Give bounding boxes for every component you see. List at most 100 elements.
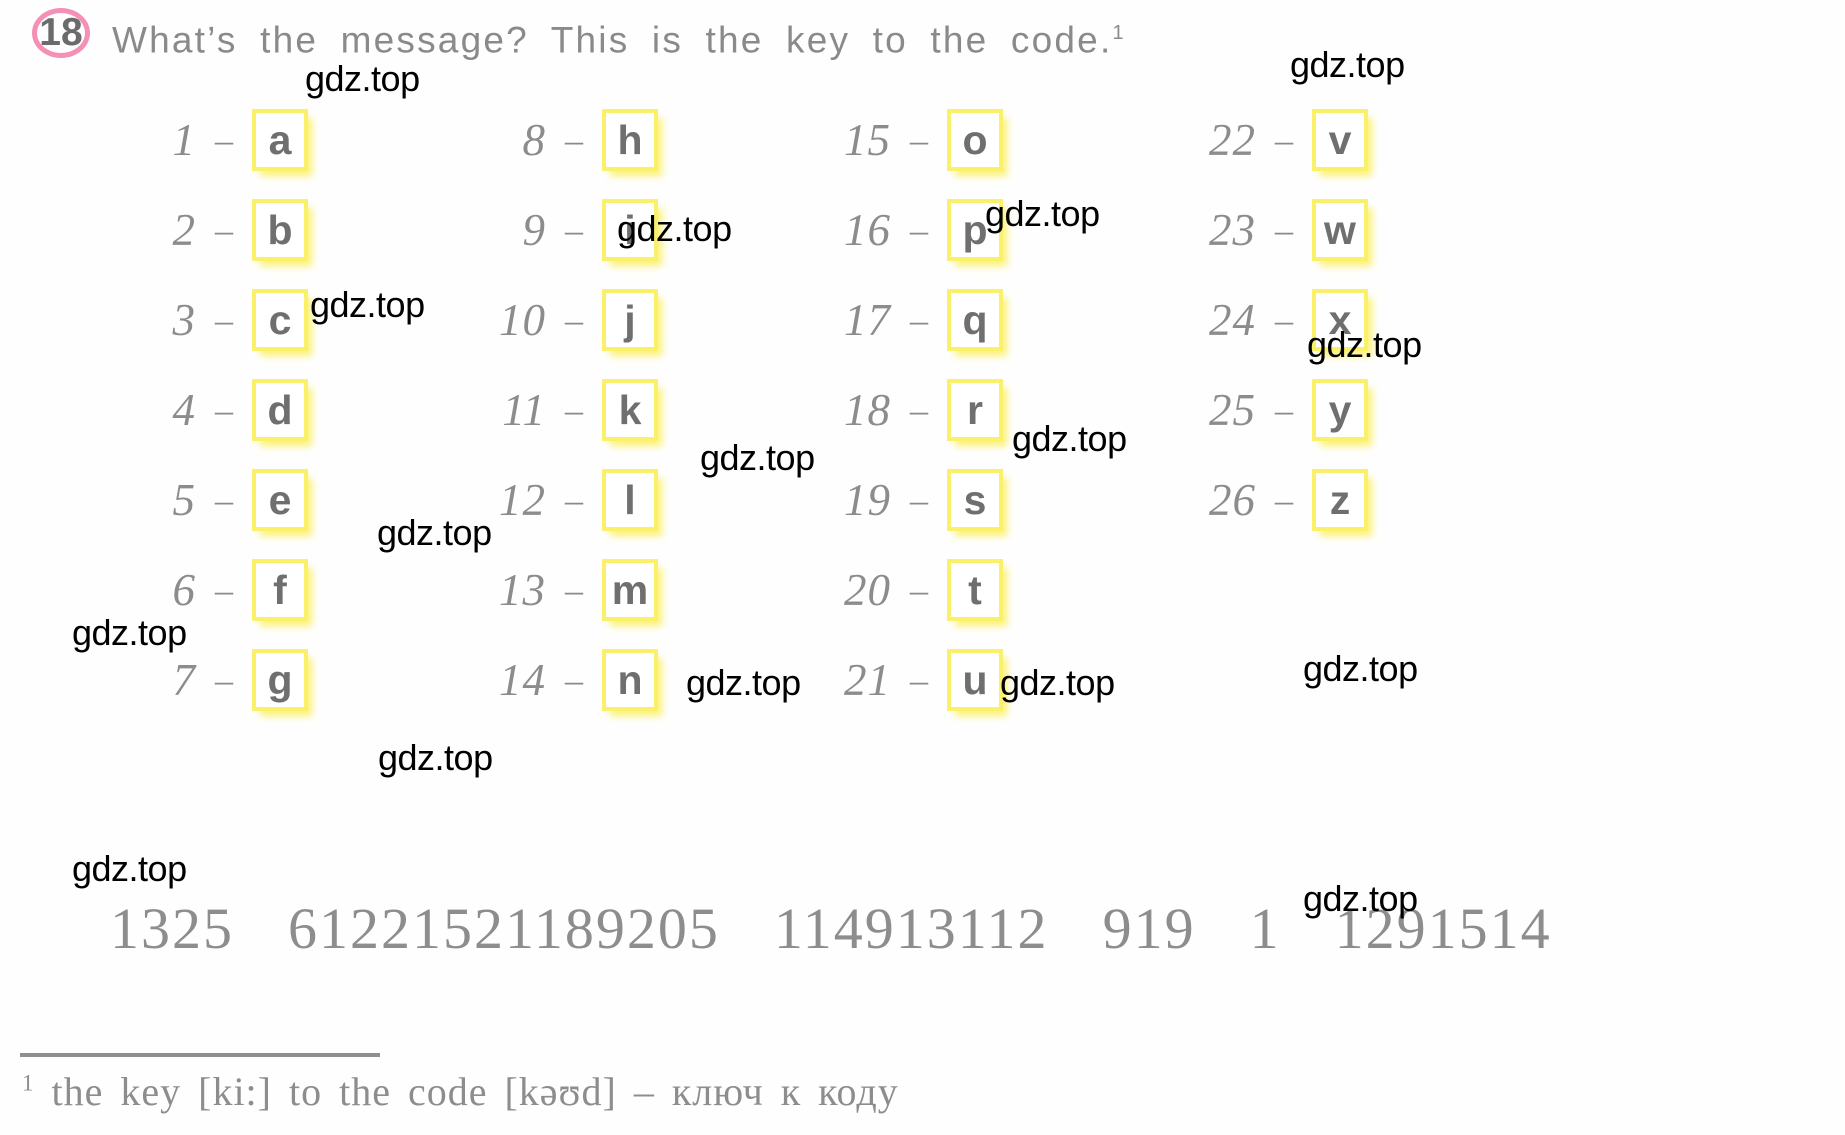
key-number: 23 bbox=[1209, 205, 1256, 255]
key-column-2: 8– h 9– i 10– j 11– k 12– l 13– m 14– n bbox=[450, 95, 658, 725]
code-group: 114913112 bbox=[773, 896, 1049, 961]
key-letter-box: y bbox=[1312, 379, 1368, 441]
key-dash: – bbox=[215, 210, 233, 250]
key-dash: – bbox=[910, 660, 928, 700]
key-number: 1 bbox=[172, 115, 196, 165]
key-letter-box: z bbox=[1312, 469, 1368, 531]
watermark: gdz.top bbox=[686, 662, 801, 703]
key-number: 10 bbox=[499, 295, 546, 345]
watermark: gdz.top bbox=[378, 737, 493, 778]
key-number: 6 bbox=[172, 565, 196, 615]
key-dash: – bbox=[1275, 210, 1293, 250]
title-footnote-marker: 1 bbox=[1112, 22, 1124, 44]
key-dash: – bbox=[910, 480, 928, 520]
key-letter-box: c bbox=[252, 289, 308, 351]
key-row: 13– m bbox=[450, 545, 658, 635]
key-dash: – bbox=[1275, 390, 1293, 430]
watermark: gdz.top bbox=[700, 437, 815, 478]
key-number: 2 bbox=[172, 205, 196, 255]
key-number: 24 bbox=[1209, 295, 1256, 345]
key-number: 14 bbox=[499, 655, 546, 705]
code-group: 61221521189205 bbox=[288, 896, 720, 961]
key-number: 16 bbox=[844, 205, 891, 255]
key-dash: – bbox=[565, 570, 583, 610]
key-number: 13 bbox=[499, 565, 546, 615]
key-number: 5 bbox=[172, 475, 196, 525]
key-letter-box: w bbox=[1312, 199, 1368, 261]
key-letter-box: n bbox=[602, 649, 658, 711]
key-row: 20– t bbox=[795, 545, 1003, 635]
watermark: gdz.top bbox=[1303, 648, 1418, 689]
key-letter-box: m bbox=[602, 559, 658, 621]
key-dash: – bbox=[1275, 480, 1293, 520]
watermark: gdz.top bbox=[1000, 662, 1115, 703]
key-letter-box: t bbox=[947, 559, 1003, 621]
key-number: 22 bbox=[1209, 115, 1256, 165]
key-letter-box: h bbox=[602, 109, 658, 171]
key-dash: – bbox=[215, 570, 233, 610]
key-row: 19– s bbox=[795, 455, 1003, 545]
key-number: 8 bbox=[522, 115, 546, 165]
watermark: gdz.top bbox=[1307, 324, 1422, 365]
key-dash: – bbox=[565, 120, 583, 160]
key-row: 8– h bbox=[450, 95, 658, 185]
key-row: 2– b bbox=[100, 185, 308, 275]
key-row: 17– q bbox=[795, 275, 1003, 365]
watermark: gdz.top bbox=[1012, 418, 1127, 459]
watermark: gdz.top bbox=[310, 284, 425, 325]
key-dash: – bbox=[215, 300, 233, 340]
exercise-header: 18 What’s the message? This is the key t… bbox=[30, 8, 1124, 65]
key-row: 3– c bbox=[100, 275, 308, 365]
key-number: 20 bbox=[844, 565, 891, 615]
exercise-number-badge: 18 bbox=[30, 8, 96, 60]
key-dash: – bbox=[565, 210, 583, 250]
key-letter-box: q bbox=[947, 289, 1003, 351]
key-dash: – bbox=[565, 300, 583, 340]
key-number: 4 bbox=[172, 385, 196, 435]
key-letter-box: j bbox=[602, 289, 658, 351]
key-letter-box: a bbox=[252, 109, 308, 171]
key-number: 21 bbox=[844, 655, 891, 705]
key-number: 25 bbox=[1209, 385, 1256, 435]
footnote: 1 the key [ki:] to the code [kəʊd] – клю… bbox=[22, 1068, 899, 1115]
key-row: 26– z bbox=[1160, 455, 1368, 545]
key-dash: – bbox=[1275, 300, 1293, 340]
key-letter-box: o bbox=[947, 109, 1003, 171]
page-title-text: What’s the message? This is the key to t… bbox=[112, 19, 1113, 61]
watermark: gdz.top bbox=[985, 193, 1100, 234]
footnote-text: the key [ki:] to the code [kəʊd] – ключ … bbox=[51, 1069, 899, 1114]
key-dash: – bbox=[215, 120, 233, 160]
key-row: 16– p bbox=[795, 185, 1003, 275]
key-dash: – bbox=[910, 210, 928, 250]
key-letter-box: u bbox=[947, 649, 1003, 711]
key-dash: – bbox=[910, 570, 928, 610]
footnote-divider bbox=[20, 1053, 380, 1057]
key-row: 5– e bbox=[100, 455, 308, 545]
key-letter-box: b bbox=[252, 199, 308, 261]
key-letter-box: g bbox=[252, 649, 308, 711]
key-number: 19 bbox=[844, 475, 891, 525]
key-dash: – bbox=[215, 660, 233, 700]
key-dash: – bbox=[1275, 120, 1293, 160]
code-key-table: 1– a 2– b 3– c 4– d 5– e 6– f 7– g 8– h 9– i 10– j 11– k 12– l 1… bbox=[0, 95, 1845, 735]
key-row: 1– a bbox=[100, 95, 308, 185]
key-row: 14– n bbox=[450, 635, 658, 725]
key-column-3: 15– o 16– p 17– q 18– r 19– s 20– t 21– u bbox=[795, 95, 1003, 725]
key-letter-box: d bbox=[252, 379, 308, 441]
key-column-4: 22– v 23– w 24– x 25– y 26– z bbox=[1160, 95, 1368, 545]
key-number: 26 bbox=[1209, 475, 1256, 525]
key-row: 21– u bbox=[795, 635, 1003, 725]
watermark: gdz.top bbox=[1290, 44, 1405, 85]
watermark: gdz.top bbox=[72, 848, 187, 889]
key-row: 4– d bbox=[100, 365, 308, 455]
key-row: 15– o bbox=[795, 95, 1003, 185]
key-row: 23– w bbox=[1160, 185, 1368, 275]
key-number: 15 bbox=[844, 115, 891, 165]
key-row: 25– y bbox=[1160, 365, 1368, 455]
key-dash: – bbox=[910, 390, 928, 430]
key-letter-box: e bbox=[252, 469, 308, 531]
key-number: 7 bbox=[172, 655, 196, 705]
key-row: 18– r bbox=[795, 365, 1003, 455]
watermark: gdz.top bbox=[72, 612, 187, 653]
key-letter-box: l bbox=[602, 469, 658, 531]
